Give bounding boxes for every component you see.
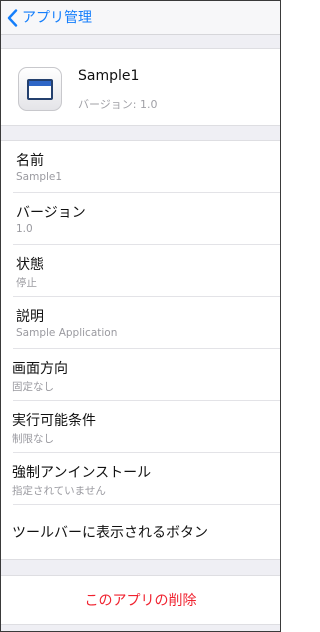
app-name: Sample1 [78, 68, 140, 84]
property-label: 強制アンインストール [12, 465, 152, 481]
properties-list: 名前 Sample1 バージョン 1.0 状態 停止 説明 Sample App… [1, 140, 280, 560]
property-label: 状態 [16, 257, 44, 273]
navigation-bar: アプリ管理 [1, 1, 280, 35]
property-forced-uninstall[interactable]: 強制アンインストール 指定されていません [1, 453, 280, 505]
app-header: Sample1 バージョン: 1.0 [1, 48, 280, 126]
chevron-left-icon [7, 9, 18, 27]
property-orientation[interactable]: 画面方向 固定なし [1, 349, 280, 401]
app-window-icon [18, 67, 62, 111]
property-label: 画面方向 [12, 361, 68, 377]
app-version: バージョン: 1.0 [78, 98, 158, 111]
property-value: Sample1 [16, 171, 63, 183]
property-description: 説明 Sample Application [1, 297, 280, 349]
property-label: 説明 [16, 309, 44, 325]
property-value: 停止 [16, 277, 37, 289]
property-version: バージョン 1.0 [1, 193, 280, 245]
property-name: 名前 Sample1 [1, 141, 280, 193]
property-value: 指定されていません [12, 485, 106, 497]
back-button[interactable]: アプリ管理 [7, 7, 92, 29]
app-detail-screen: アプリ管理 Sample1 バージョン: 1.0 名前 Sample1 バージョ… [0, 0, 281, 632]
property-label: 名前 [16, 153, 44, 169]
property-label: 実行可能条件 [12, 413, 96, 429]
property-value: 固定なし [12, 381, 54, 393]
property-value: 制限なし [12, 433, 54, 445]
property-label: ツールバーに表示されるボタン [12, 525, 208, 541]
property-execution-conditions[interactable]: 実行可能条件 制限なし [1, 401, 280, 453]
delete-app-label: このアプリの削除 [84, 593, 197, 609]
property-label: バージョン [16, 205, 86, 221]
property-toolbar-buttons[interactable]: ツールバーに表示されるボタン [1, 505, 280, 557]
property-value: 1.0 [16, 223, 33, 235]
property-status: 状態 停止 [1, 245, 280, 297]
property-value: Sample Application [16, 327, 118, 339]
delete-app-button[interactable]: このアプリの削除 [1, 575, 280, 625]
back-button-label: アプリ管理 [22, 10, 92, 26]
